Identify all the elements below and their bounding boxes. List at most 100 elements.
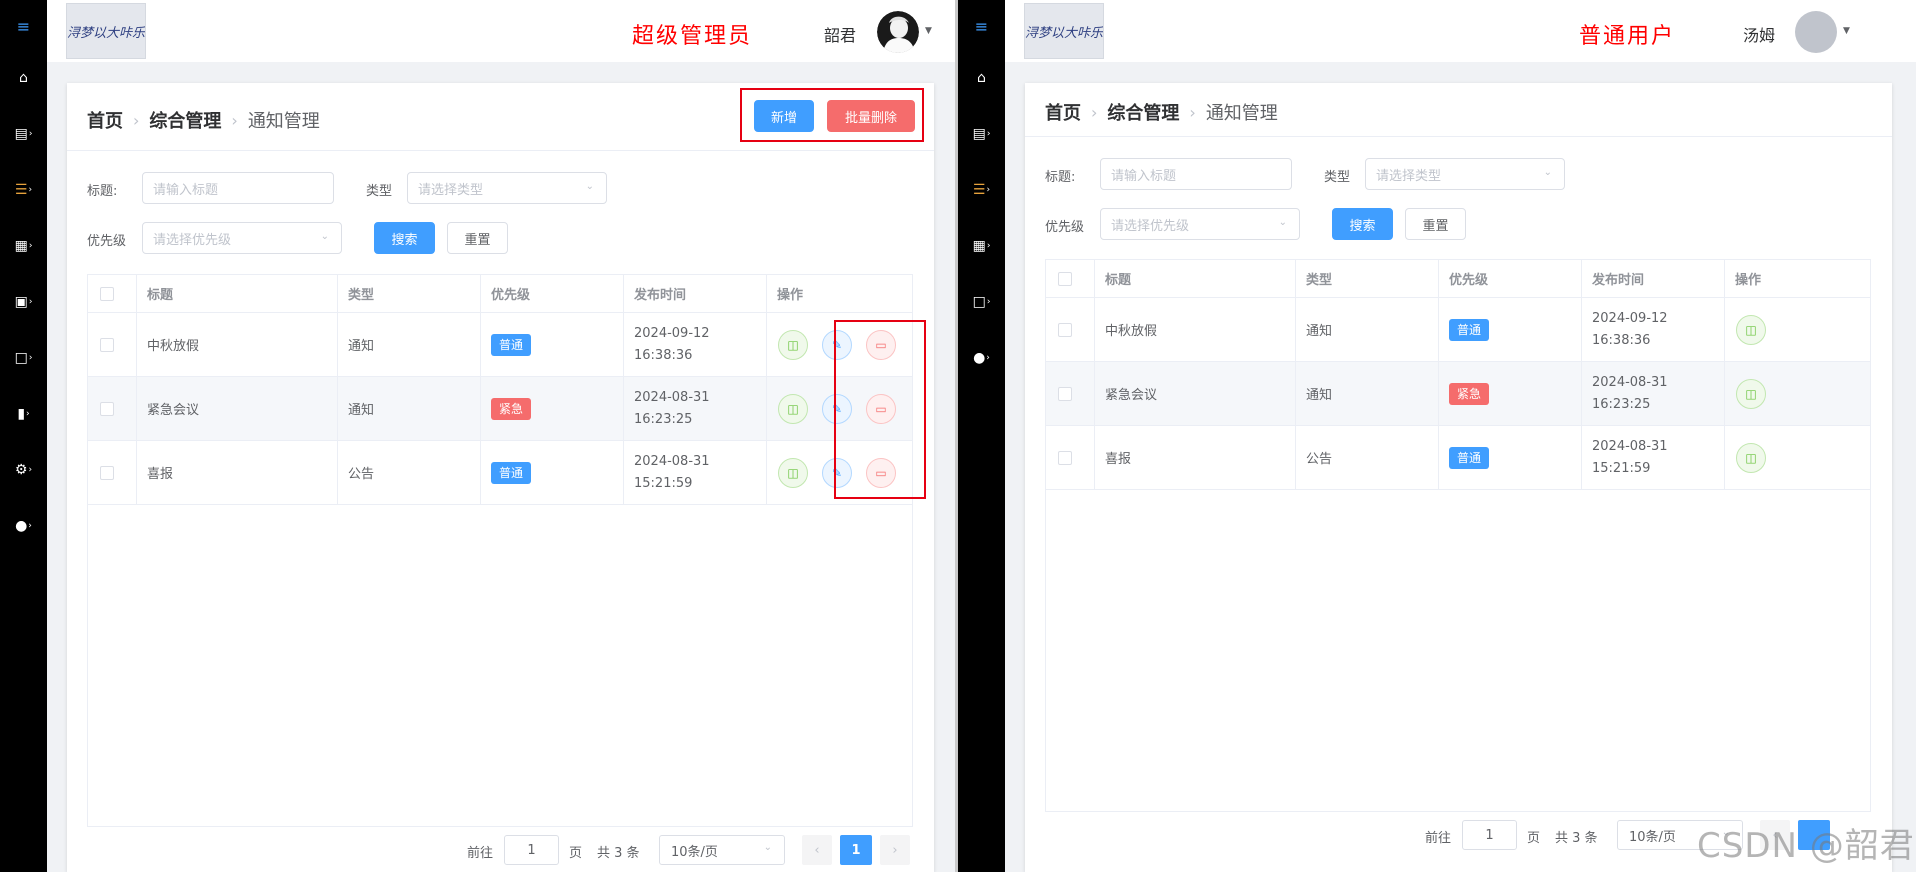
- sliders-icon[interactable]: ☰ ›: [0, 173, 47, 207]
- column-header-actions: 操作: [1735, 273, 1762, 288]
- view-button[interactable]: ◫: [1736, 315, 1766, 345]
- column-header-title[interactable]: 标题: [137, 275, 338, 312]
- user-panel: ≡ ⌂ ▤ › ☰ › ▦ › □ › ● › 浔梦以大咔乐 普通用户 汤姆 ▼ 首页 ›…: [958, 0, 1916, 872]
- user-topbar: 浔梦以大咔乐 普通用户 汤姆 ▼: [1005, 0, 1916, 62]
- chevron-down-icon: ⌄: [320, 231, 329, 242]
- home-icon[interactable]: ⌂: [0, 61, 47, 95]
- priority-tag: 紧急: [1449, 382, 1490, 405]
- row-publish-time: 2024-08-31 16:23:25: [1582, 362, 1725, 425]
- add-button[interactable]: 新增: [754, 100, 814, 132]
- page-size-value: 10条/页: [671, 844, 718, 860]
- breadcrumb-section[interactable]: 综合管理: [1107, 99, 1179, 125]
- folder-icon[interactable]: □ ›: [0, 341, 47, 375]
- type-select[interactable]: 请选择类型 ⌄: [407, 172, 607, 204]
- calendar-icon[interactable]: ▤ ›: [0, 117, 47, 151]
- calendar-icon[interactable]: ▤ ›: [958, 117, 1005, 151]
- row-type: 通知: [338, 377, 481, 440]
- column-header-title[interactable]: 标题: [1095, 260, 1296, 297]
- menu-toggle-icon[interactable]: ≡: [0, 9, 47, 43]
- books-icon[interactable]: ▮ ›: [0, 397, 47, 431]
- row-publish-time: 2024-08-31 16:23:25: [624, 377, 767, 440]
- role-label: 超级管理员: [632, 24, 753, 49]
- select-all-checkbox[interactable]: [1058, 271, 1072, 286]
- goto-label: 前往: [1425, 831, 1452, 846]
- title-input[interactable]: 请输入标题: [142, 172, 334, 204]
- home-icon[interactable]: ⌂: [958, 61, 1005, 95]
- breadcrumb-home[interactable]: 首页: [1045, 99, 1081, 125]
- grid-icon[interactable]: ▦ ›: [0, 229, 47, 263]
- row-checkbox[interactable]: [1058, 450, 1072, 465]
- row-priority-cell: 普通: [1439, 426, 1582, 489]
- row-type: 公告: [1296, 426, 1439, 489]
- column-header-type[interactable]: 类型: [338, 275, 481, 312]
- page-number-button[interactable]: 1: [840, 835, 872, 865]
- page-jump-input[interactable]: 1: [1462, 820, 1517, 850]
- sliders-icon[interactable]: ☰ ›: [958, 173, 1005, 207]
- row-date: 2024-09-12: [1592, 310, 1668, 326]
- row-date: 2024-08-31: [1592, 374, 1668, 390]
- row-title: 喜报: [137, 441, 338, 504]
- avatar[interactable]: [877, 11, 919, 53]
- column-header-actions: 操作: [777, 288, 804, 303]
- search-button[interactable]: 搜索: [1332, 208, 1393, 240]
- priority-tag: 普通: [491, 461, 532, 484]
- table-row: 喜报 公告 普通 2024-08-31 15:21:59 ◫: [1046, 426, 1870, 490]
- reset-button[interactable]: 重置: [447, 222, 508, 254]
- view-button[interactable]: ◫: [1736, 443, 1766, 473]
- chevron-down-icon[interactable]: ▼: [925, 26, 932, 36]
- row-checkbox[interactable]: [100, 465, 114, 480]
- grid-icon[interactable]: ▦ ›: [958, 229, 1005, 263]
- column-header-publish-time[interactable]: 发布时间: [624, 275, 767, 312]
- row-checkbox[interactable]: [1058, 386, 1072, 401]
- batch-delete-button[interactable]: 批量删除: [827, 100, 915, 132]
- page-jump-input[interactable]: 1: [504, 835, 559, 865]
- row-title: 喜报: [1095, 426, 1296, 489]
- user-icon[interactable]: ● ›: [958, 341, 1005, 375]
- view-button[interactable]: ◫: [778, 394, 808, 424]
- search-button[interactable]: 搜索: [374, 222, 435, 254]
- folder-icon[interactable]: □ ›: [958, 285, 1005, 319]
- chevron-right-icon: ›: [892, 842, 898, 858]
- view-button[interactable]: ◫: [778, 330, 808, 360]
- breadcrumb-section[interactable]: 综合管理: [149, 107, 221, 133]
- admin-sidebar: ≡ ⌂ ▤ › ☰ › ▦ › ▣ › □ › ▮ › ⚙ › ● ›: [0, 0, 47, 872]
- column-header-priority[interactable]: 优先级: [1439, 260, 1582, 297]
- page-size-select[interactable]: 10条/页 ⌄: [659, 835, 785, 865]
- card-header: 首页 › 综合管理 › 通知管理: [1025, 83, 1892, 137]
- gear-icon[interactable]: ⚙ ›: [0, 453, 47, 487]
- title-input[interactable]: 请输入标题: [1100, 158, 1292, 190]
- chevron-down-icon: ⌄: [763, 842, 772, 853]
- priority-select[interactable]: 请选择优先级 ⌄: [1100, 208, 1300, 240]
- user-icon[interactable]: ● ›: [0, 509, 47, 543]
- card-header: 首页 › 综合管理 › 通知管理 新增 批量删除: [67, 83, 934, 151]
- row-date: 2024-08-31: [1592, 438, 1668, 454]
- column-header-priority[interactable]: 优先级: [481, 275, 624, 312]
- row-publish-time: 2024-09-12 16:38:36: [1582, 298, 1725, 361]
- menu-toggle-icon[interactable]: ≡: [958, 9, 1005, 43]
- next-page-button[interactable]: ›: [880, 835, 910, 865]
- view-button[interactable]: ◫: [1736, 379, 1766, 409]
- row-checkbox[interactable]: [100, 337, 114, 352]
- column-header-publish-time[interactable]: 发布时间: [1582, 260, 1725, 297]
- type-label: 类型: [1324, 170, 1351, 185]
- chevron-down-icon[interactable]: ▼: [1843, 26, 1850, 36]
- column-header-type[interactable]: 类型: [1296, 260, 1439, 297]
- bag-icon[interactable]: ▣ ›: [0, 285, 47, 319]
- table-row: 喜报 公告 普通 2024-08-31 15:21:59 ◫ ✎ ▭: [88, 441, 912, 505]
- prev-page-button[interactable]: ‹: [802, 835, 832, 865]
- book-icon: ◫: [787, 402, 799, 416]
- total-count: 共 3 条: [597, 846, 640, 861]
- row-checkbox[interactable]: [100, 401, 114, 416]
- priority-select[interactable]: 请选择优先级 ⌄: [142, 222, 342, 254]
- watermark: CSDN @韶君: [1697, 826, 1915, 866]
- view-button[interactable]: ◫: [778, 458, 808, 488]
- row-checkbox[interactable]: [1058, 322, 1072, 337]
- breadcrumb-home[interactable]: 首页: [87, 107, 123, 133]
- avatar[interactable]: [1795, 11, 1837, 53]
- select-all-checkbox[interactable]: [100, 286, 114, 301]
- book-icon: ◫: [1745, 387, 1757, 401]
- type-select[interactable]: 请选择类型 ⌄: [1365, 158, 1565, 190]
- reset-button[interactable]: 重置: [1405, 208, 1466, 240]
- row-select-cell: [1046, 362, 1095, 425]
- type-select-placeholder: 请选择类型: [418, 182, 484, 198]
